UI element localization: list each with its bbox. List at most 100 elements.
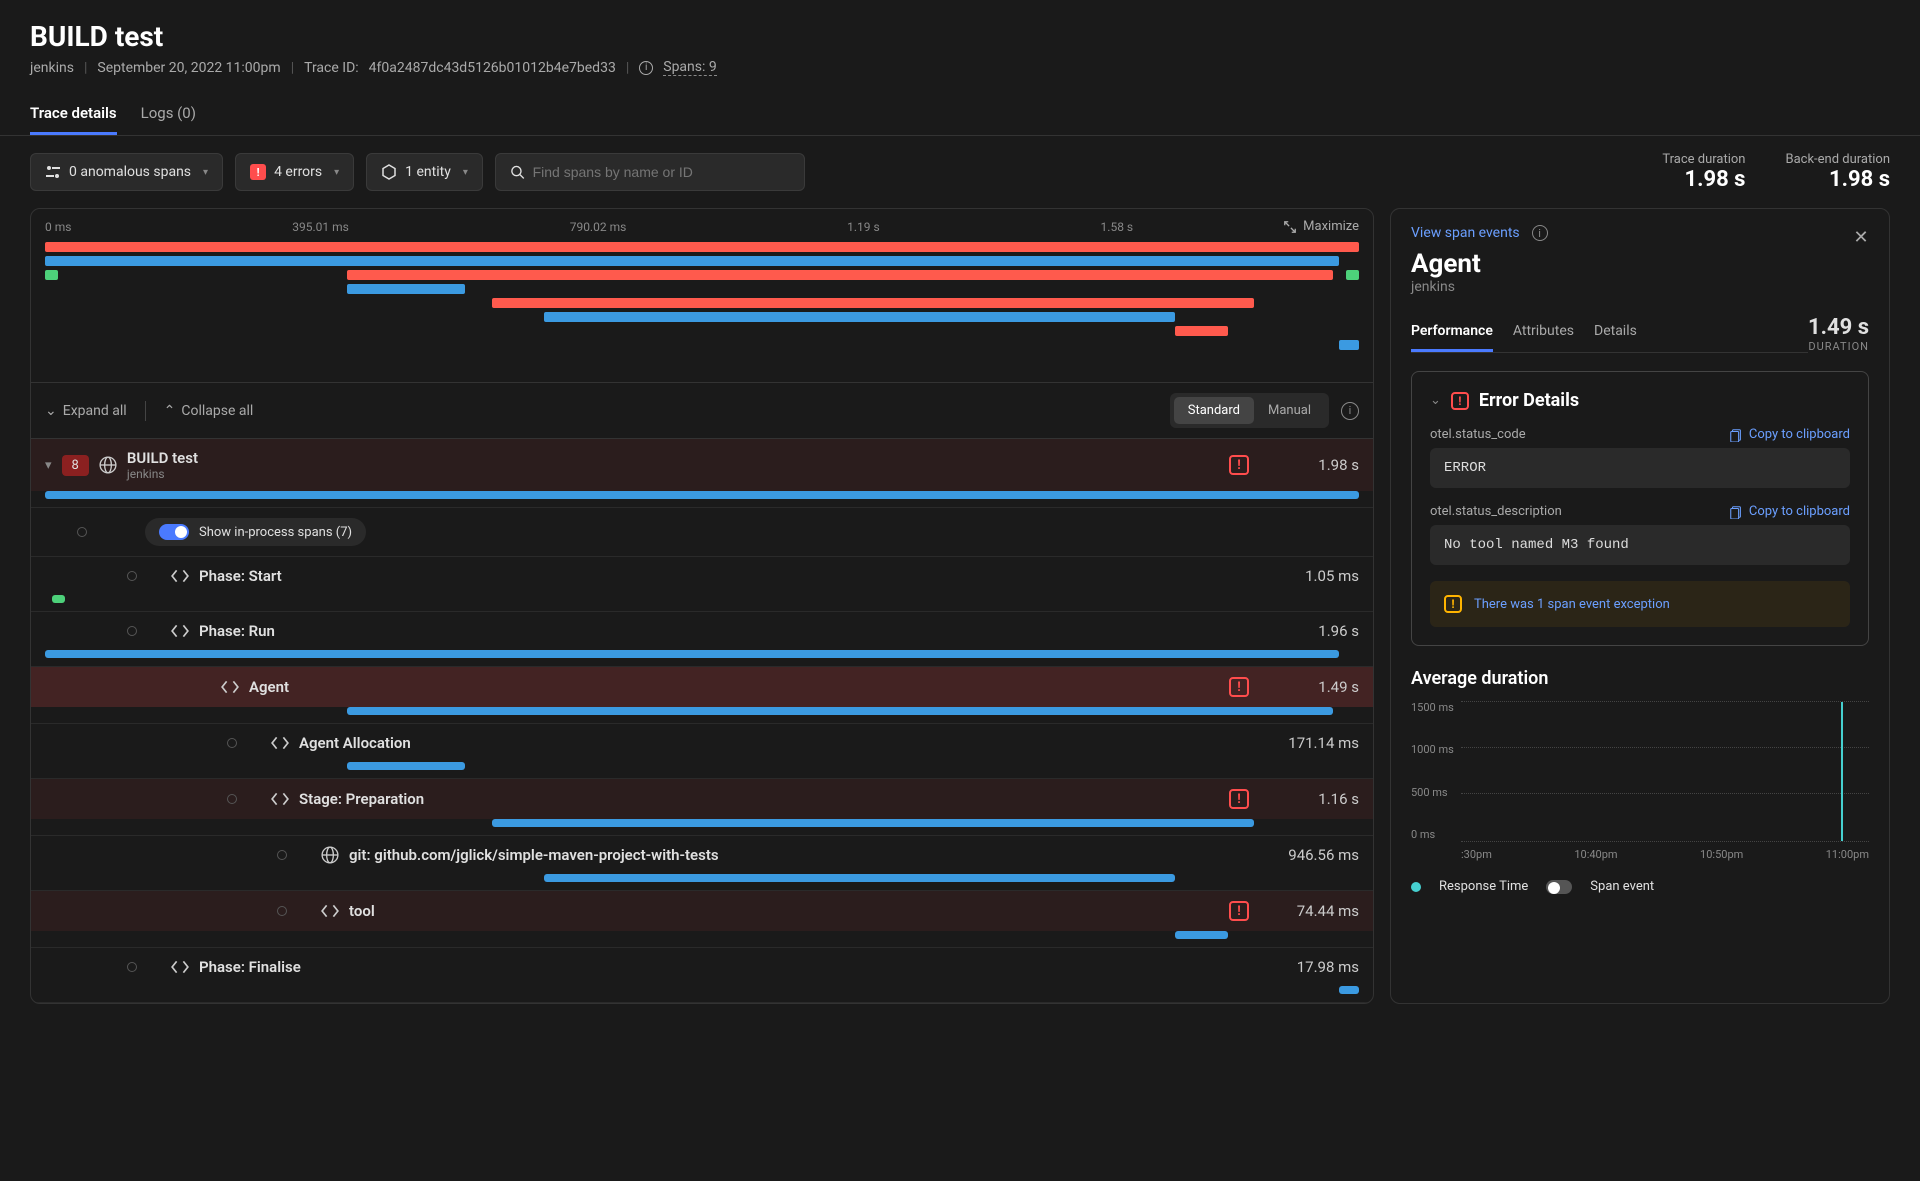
span-duration: 1.49 s: [1259, 678, 1359, 696]
info-icon[interactable]: i: [639, 61, 653, 75]
in-process-toggle[interactable]: Show in-process spans (7): [145, 518, 366, 546]
status-desc-value: No tool named M3 found: [1430, 525, 1850, 565]
span-row-git[interactable]: git: github.com/jglick/simple-maven-proj…: [31, 836, 1373, 891]
span-row-run[interactable]: Phase: Run 1.96 s: [31, 612, 1373, 667]
search-input-wrapper[interactable]: [495, 153, 805, 191]
span-row-start[interactable]: Phase: Start 1.05 ms: [31, 557, 1373, 612]
x-tick: :30pm: [1461, 848, 1492, 861]
span-service: jenkins: [127, 467, 198, 481]
exception-link[interactable]: There was 1 span event exception: [1474, 597, 1670, 612]
legend-response-time: Response Time: [1439, 879, 1528, 894]
span-duration: 946.56 ms: [1259, 846, 1359, 864]
error-icon: !: [1229, 455, 1249, 475]
code-icon: [221, 678, 239, 696]
trace-duration-metric: Trace duration 1.98 s: [1662, 152, 1745, 192]
tab-logs[interactable]: Logs (0): [141, 94, 196, 135]
code-icon: [171, 958, 189, 976]
view-span-events-link[interactable]: View span events: [1411, 225, 1520, 241]
error-icon: !: [1229, 789, 1249, 809]
chevron-down-icon: ▾: [334, 167, 339, 178]
x-tick: 10:50pm: [1700, 848, 1743, 861]
adjust-icon: [45, 164, 61, 180]
globe-icon: [99, 456, 117, 474]
tick-label: 790.02 ms: [570, 220, 627, 234]
error-icon: !: [1229, 677, 1249, 697]
trace-id-label: Trace ID:: [304, 60, 359, 76]
span-name: Agent: [249, 678, 289, 696]
waterfall-controls: ⌄ Expand all ⌃ Collapse all Standard Man…: [31, 383, 1373, 439]
span-duration: 1.98 s: [1259, 456, 1359, 474]
main-tabs: Trace details Logs (0): [0, 94, 1920, 136]
x-tick: 11:00pm: [1826, 848, 1869, 861]
error-details-box: ⌄ ! Error Details otel.status_code Copy …: [1411, 371, 1869, 646]
manual-mode-button[interactable]: Manual: [1254, 397, 1325, 424]
anomalous-spans-button[interactable]: 0 anomalous spans ▾: [30, 153, 223, 191]
tab-details[interactable]: Details: [1594, 313, 1637, 352]
maximize-button[interactable]: Maximize: [1283, 219, 1359, 234]
x-tick: 10:40pm: [1574, 848, 1617, 861]
minimap-canvas[interactable]: [45, 242, 1359, 372]
code-icon: [171, 622, 189, 640]
span-duration: 17.98 ms: [1259, 958, 1359, 976]
y-tick: 1500 ms: [1411, 701, 1461, 714]
toggle-switch[interactable]: [159, 524, 189, 540]
minimap[interactable]: 0 ms 395.01 ms 790.02 ms 1.19 s 1.58 s M…: [31, 209, 1373, 383]
expand-icon: [1283, 220, 1297, 234]
span-row-agent[interactable]: Agent ! 1.49 s: [31, 667, 1373, 724]
spans-count[interactable]: Spans: 9: [663, 59, 716, 76]
tick-label: 0 ms: [45, 220, 71, 234]
span-duration: 1.05 ms: [1259, 567, 1359, 585]
status-desc-key: otel.status_description: [1430, 504, 1562, 519]
tab-attributes[interactable]: Attributes: [1513, 313, 1574, 352]
span-name: Phase: Finalise: [199, 958, 301, 976]
avg-duration-chart[interactable]: 1500 ms 1000 ms 500 ms 0 ms :30pm 10:40p…: [1411, 701, 1869, 871]
hexagon-icon: [381, 164, 397, 180]
y-tick: 1000 ms: [1411, 743, 1461, 756]
span-name: Phase: Start: [199, 567, 282, 585]
detail-service: jenkins: [1411, 279, 1869, 295]
legend-dot: [1411, 882, 1421, 892]
expand-all-button[interactable]: ⌄ Expand all: [45, 403, 127, 419]
tick-label: 395.01 ms: [292, 220, 349, 234]
search-input[interactable]: [533, 164, 790, 180]
clipboard-icon: [1729, 428, 1743, 442]
copy-status-code-button[interactable]: Copy to clipboard: [1729, 427, 1850, 442]
span-row-finalise[interactable]: Phase: Finalise 17.98 ms: [31, 948, 1373, 1003]
entity-button[interactable]: 1 entity ▾: [366, 153, 483, 191]
tab-trace-details[interactable]: Trace details: [30, 94, 117, 135]
errors-button[interactable]: ! 4 errors ▾: [235, 153, 354, 191]
warning-icon: !: [1444, 595, 1462, 613]
tab-performance[interactable]: Performance: [1411, 313, 1493, 352]
avg-duration-title: Average duration: [1411, 668, 1869, 689]
span-duration: 171.14 ms: [1259, 734, 1359, 752]
span-name: Stage: Preparation: [299, 790, 424, 808]
subtitle-row: jenkins | September 20, 2022 11:00pm | T…: [30, 59, 1890, 76]
chart-legend: Response Time Span event: [1411, 879, 1869, 894]
detail-tabs: Performance Attributes Details: [1411, 313, 1808, 353]
chart-line: [1841, 702, 1843, 841]
trace-id-value: 4f0a2487dc43d5126b01012b4e7bed33: [369, 60, 616, 76]
chevron-down-icon[interactable]: ▾: [45, 458, 52, 473]
standard-mode-button[interactable]: Standard: [1174, 397, 1254, 424]
info-icon[interactable]: i: [1341, 402, 1359, 420]
tick-label: 1.19 s: [847, 220, 880, 234]
code-icon: [321, 902, 339, 920]
backend-duration-metric: Back-end duration 1.98 s: [1785, 152, 1890, 192]
globe-icon: [321, 846, 339, 864]
close-button[interactable]: ✕: [1849, 225, 1873, 249]
span-row-prep[interactable]: Stage: Preparation ! 1.16 s: [31, 779, 1373, 836]
in-process-toggle-row: Show in-process spans (7): [31, 508, 1373, 557]
error-details-title: Error Details: [1479, 390, 1579, 411]
info-icon[interactable]: i: [1532, 225, 1548, 241]
copy-status-desc-button[interactable]: Copy to clipboard: [1729, 504, 1850, 519]
collapse-all-button[interactable]: ⌃ Collapse all: [164, 403, 254, 419]
span-row-alloc[interactable]: Agent Allocation 171.14 ms: [31, 724, 1373, 779]
legend-span-event: Span event: [1590, 879, 1654, 894]
span-name: git: github.com/jglick/simple-maven-proj…: [349, 846, 719, 864]
span-row-root[interactable]: ▾ 8 BUILD test jenkins ! 1.98 s: [31, 439, 1373, 508]
toolbar: 0 anomalous spans ▾ ! 4 errors ▾ 1 entit…: [0, 136, 1920, 208]
span-row-tool[interactable]: tool ! 74.44 ms: [31, 891, 1373, 948]
chevron-down-icon[interactable]: ⌄: [1430, 393, 1441, 408]
status-code-value: ERROR: [1430, 448, 1850, 488]
span-event-toggle[interactable]: [1546, 880, 1572, 894]
